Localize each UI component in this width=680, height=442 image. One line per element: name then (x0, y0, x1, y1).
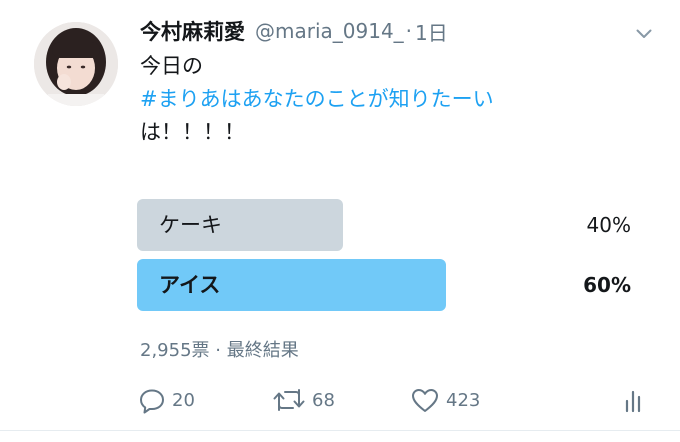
avatar-image (34, 22, 118, 106)
tweet-header: 今村麻莉愛 @maria_0914_ · 1日 (140, 14, 448, 48)
like-button[interactable]: 423 (410, 380, 480, 420)
reply-icon (140, 389, 164, 414)
bottom-divider (0, 430, 680, 431)
hashtag-link[interactable]: #まりあはあなたのことが知りたーい (140, 83, 494, 116)
chevron-down-icon[interactable] (636, 25, 652, 38)
reply-button[interactable]: 20 (138, 380, 195, 420)
poll-option-label: アイス (159, 273, 221, 297)
heart-icon (412, 389, 438, 412)
poll-option-label: ケーキ (159, 213, 222, 237)
analytics-button[interactable] (624, 380, 646, 420)
poll-option-winner: アイス 60% (137, 259, 631, 311)
retweet-icon (273, 389, 305, 411)
reply-count: 20 (172, 389, 195, 411)
display-name[interactable]: 今村麻莉愛 (140, 16, 245, 46)
like-count: 423 (446, 389, 481, 411)
tweet-timestamp[interactable]: 1日 (415, 17, 448, 46)
tweet-text-line: 今日の (140, 54, 203, 78)
poll-option-percent: 60% (583, 273, 631, 297)
tweet-text-line: は！！！！ (140, 120, 245, 144)
user-handle[interactable]: @maria_0914_ (255, 19, 404, 43)
poll-option-percent: 40% (586, 213, 631, 237)
tweet-text: 今日の #まりあはあなたのことが知りたーい は！！！！ (140, 50, 494, 149)
retweet-button[interactable]: 68 (272, 380, 335, 420)
poll-option: ケーキ 40% (137, 199, 631, 251)
poll-meta: 2,955票 · 最終結果 (140, 340, 299, 361)
separator-dot: · (405, 19, 413, 43)
avatar[interactable] (34, 22, 118, 106)
analytics-icon (625, 390, 641, 413)
retweet-count: 68 (312, 389, 335, 411)
tweet-actions: 20 68 423 (0, 380, 680, 420)
